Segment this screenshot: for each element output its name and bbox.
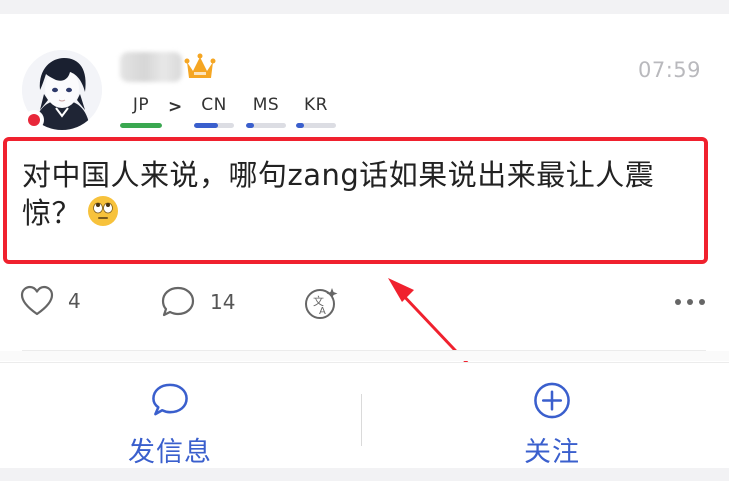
send-message-label: 发信息 [128,437,212,468]
plus-circle-icon [534,382,570,419]
rolling-eyes-emoji-icon [87,195,119,236]
heart-icon [20,285,54,316]
comment-button[interactable]: 14 [160,285,235,319]
follow-button[interactable]: 关注 [370,363,729,469]
online-status-dot [24,110,44,130]
username-blurred [120,52,182,82]
native-language: JP [120,95,162,128]
comment-bubble-icon [161,286,195,317]
learning-language-bar [246,123,286,128]
like-count: 4 [68,289,81,313]
learning-language-code: MS [252,95,280,115]
learning-language-cn: CN [194,95,234,128]
top-strip [0,0,729,14]
post-actions: 4 14 文 A [0,285,729,325]
learning-language-bar [296,123,336,128]
post-timestamp: 07:59 [637,58,701,82]
svg-text:A: A [319,306,326,317]
follow-label: 关注 [524,437,580,468]
section-gap [0,351,729,361]
comment-count: 14 [210,290,236,314]
more-options-icon[interactable] [675,299,705,305]
translate-button[interactable]: 文 A [302,285,340,321]
language-arrow-icon: > [168,97,183,117]
learning-language-bar [194,123,234,128]
post-content[interactable]: 对中国人来说，哪句zang话如果说出来最让人震惊？ [22,156,702,236]
crown-icon [184,52,216,86]
bottom-bar-separator [361,394,362,446]
translate-icon: 文 A [305,288,338,319]
bottom-action-bar: 发信息 关注 [0,362,729,468]
learning-language-ms: MS [246,95,286,128]
learning-language-code: KR [304,95,328,115]
native-language-bar [120,123,162,128]
bottom-strip [0,468,729,481]
learning-language-kr: KR [296,95,336,128]
native-language-code: JP [132,95,150,115]
learning-language-code: CN [201,95,227,115]
like-button[interactable]: 4 [20,285,81,317]
send-message-button[interactable]: 发信息 [0,363,352,469]
message-bubble-icon [152,383,188,416]
